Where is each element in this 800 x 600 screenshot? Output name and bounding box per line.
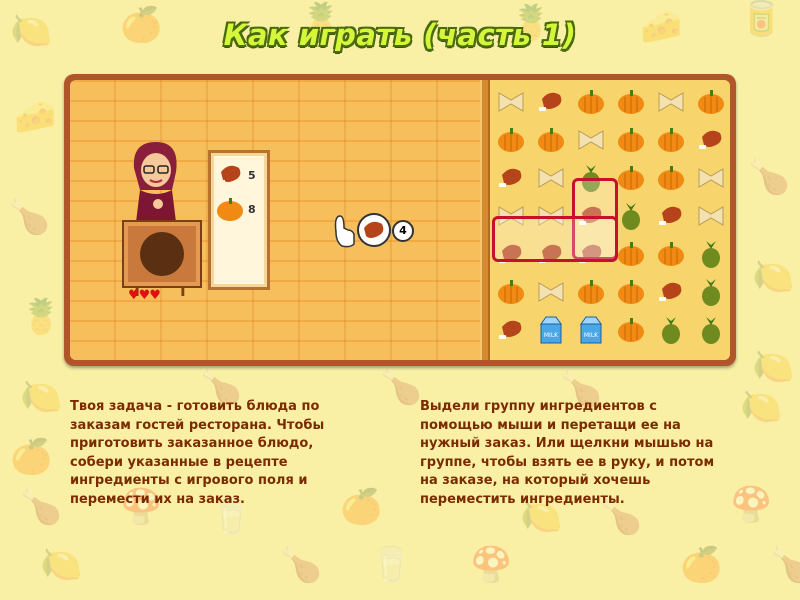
pumpkin-icon	[658, 128, 684, 152]
board-cell-drumstick[interactable]	[692, 122, 730, 158]
board-cell-pumpkin[interactable]	[652, 236, 690, 272]
ingredient-board[interactable]: MILK MILK	[490, 80, 730, 360]
board-cell-drumstick[interactable]	[652, 274, 690, 310]
board-cell-pasta[interactable]	[652, 84, 690, 120]
board-cell-pasta[interactable]	[692, 198, 730, 234]
pumpkin-icon	[698, 90, 724, 114]
board-cell-pumpkin[interactable]	[612, 84, 650, 120]
milk-icon: MILK	[580, 316, 602, 344]
board-cell-pumpkin[interactable]	[532, 122, 570, 158]
board-cell-drumstick[interactable]	[532, 84, 570, 120]
pumpkin-icon	[618, 318, 644, 342]
board-cell-pumpkin[interactable]	[692, 84, 730, 120]
pasta-icon	[578, 130, 604, 150]
board-cell-pumpkin[interactable]	[612, 312, 650, 348]
board-cell-pasta[interactable]	[532, 160, 570, 196]
pasta-icon	[538, 168, 564, 188]
pineapple-icon	[702, 241, 720, 268]
board-cell-pineapple[interactable]	[692, 274, 730, 310]
hand-count-badge: 4	[392, 220, 414, 242]
pumpkin-icon	[578, 90, 604, 114]
game-scene: ♥♥♥ 5 8 4 MILK MILK	[70, 80, 730, 360]
pasta-icon	[658, 92, 684, 112]
order-row: 8	[215, 193, 263, 225]
board-cell-pumpkin[interactable]	[652, 122, 690, 158]
order-count: 5	[248, 168, 256, 182]
instructions-left: Твоя задача - готовить блюда по заказам …	[70, 399, 325, 507]
board-cell-pasta[interactable]	[492, 84, 530, 120]
pumpkin-icon	[498, 280, 524, 304]
board-cell-milk[interactable]: MILK	[572, 312, 610, 348]
pumpkin-icon	[618, 90, 644, 114]
pumpkin-icon	[498, 128, 524, 152]
board-cell-pasta[interactable]	[532, 274, 570, 310]
board-cell-pineapple[interactable]	[652, 312, 690, 348]
board-cell-pineapple[interactable]	[692, 312, 730, 348]
board-cell-pineapple[interactable]	[692, 236, 730, 272]
chef-avatar	[133, 142, 177, 222]
board-cell-pumpkin[interactable]	[492, 274, 530, 310]
board-cell-pumpkin[interactable]	[652, 160, 690, 196]
pineapple-icon	[662, 317, 680, 344]
order-card[interactable]: 5 8	[208, 150, 270, 290]
drumstick-icon	[659, 282, 682, 301]
board-cell-drumstick[interactable]	[492, 312, 530, 348]
board-cell-pasta[interactable]	[572, 122, 610, 158]
selection-outline	[492, 216, 618, 262]
game-frame: ♥♥♥ 5 8 4 MILK MILK	[64, 74, 736, 366]
drumstick-icon	[219, 165, 241, 184]
instructions-right: Выдели группу ингредиентов с помощью мыш…	[420, 399, 715, 507]
board-cell-drumstick[interactable]	[492, 160, 530, 196]
dish-plate	[140, 232, 184, 276]
board-divider	[480, 80, 490, 360]
pasta-icon	[698, 168, 724, 188]
pumpkin-icon	[618, 242, 644, 266]
pumpkin-icon	[217, 198, 243, 221]
pasta-icon	[538, 282, 564, 302]
board-cell-pumpkin[interactable]	[612, 122, 650, 158]
pumpkin-icon	[538, 128, 564, 152]
pasta-icon	[498, 92, 524, 112]
board-cell-milk[interactable]: MILK	[532, 312, 570, 348]
board-cell-pumpkin[interactable]	[612, 274, 650, 310]
drumstick-icon	[499, 320, 522, 339]
drumstick-icon	[539, 92, 562, 111]
board-cell-drumstick[interactable]	[652, 198, 690, 234]
pineapple-icon	[622, 203, 640, 230]
drumstick-icon	[499, 168, 522, 187]
order-row: 5	[215, 159, 263, 191]
board-cell-pumpkin[interactable]	[572, 274, 610, 310]
drumstick-icon	[699, 130, 722, 149]
svg-text:MILK: MILK	[584, 332, 599, 339]
drumstick-icon	[659, 206, 682, 225]
pumpkin-icon	[618, 166, 644, 190]
milk-icon: MILK	[540, 316, 562, 344]
pumpkin-icon	[618, 280, 644, 304]
page-title: Как играть (часть 1)	[223, 18, 577, 52]
order-count: 8	[248, 202, 256, 216]
board-cell-pumpkin[interactable]	[572, 84, 610, 120]
pumpkin-icon	[658, 166, 684, 190]
pasta-icon	[698, 206, 724, 226]
board-cell-pumpkin[interactable]	[492, 122, 530, 158]
pumpkin-icon	[658, 242, 684, 266]
pumpkin-icon	[618, 128, 644, 152]
pumpkin-icon	[578, 280, 604, 304]
lives-hearts: ♥♥♥	[128, 288, 161, 303]
pineapple-icon	[702, 317, 720, 344]
serving-table	[122, 220, 202, 288]
board-cell-pasta[interactable]	[692, 160, 730, 196]
pineapple-icon	[702, 279, 720, 306]
svg-text:MILK: MILK	[544, 332, 559, 339]
